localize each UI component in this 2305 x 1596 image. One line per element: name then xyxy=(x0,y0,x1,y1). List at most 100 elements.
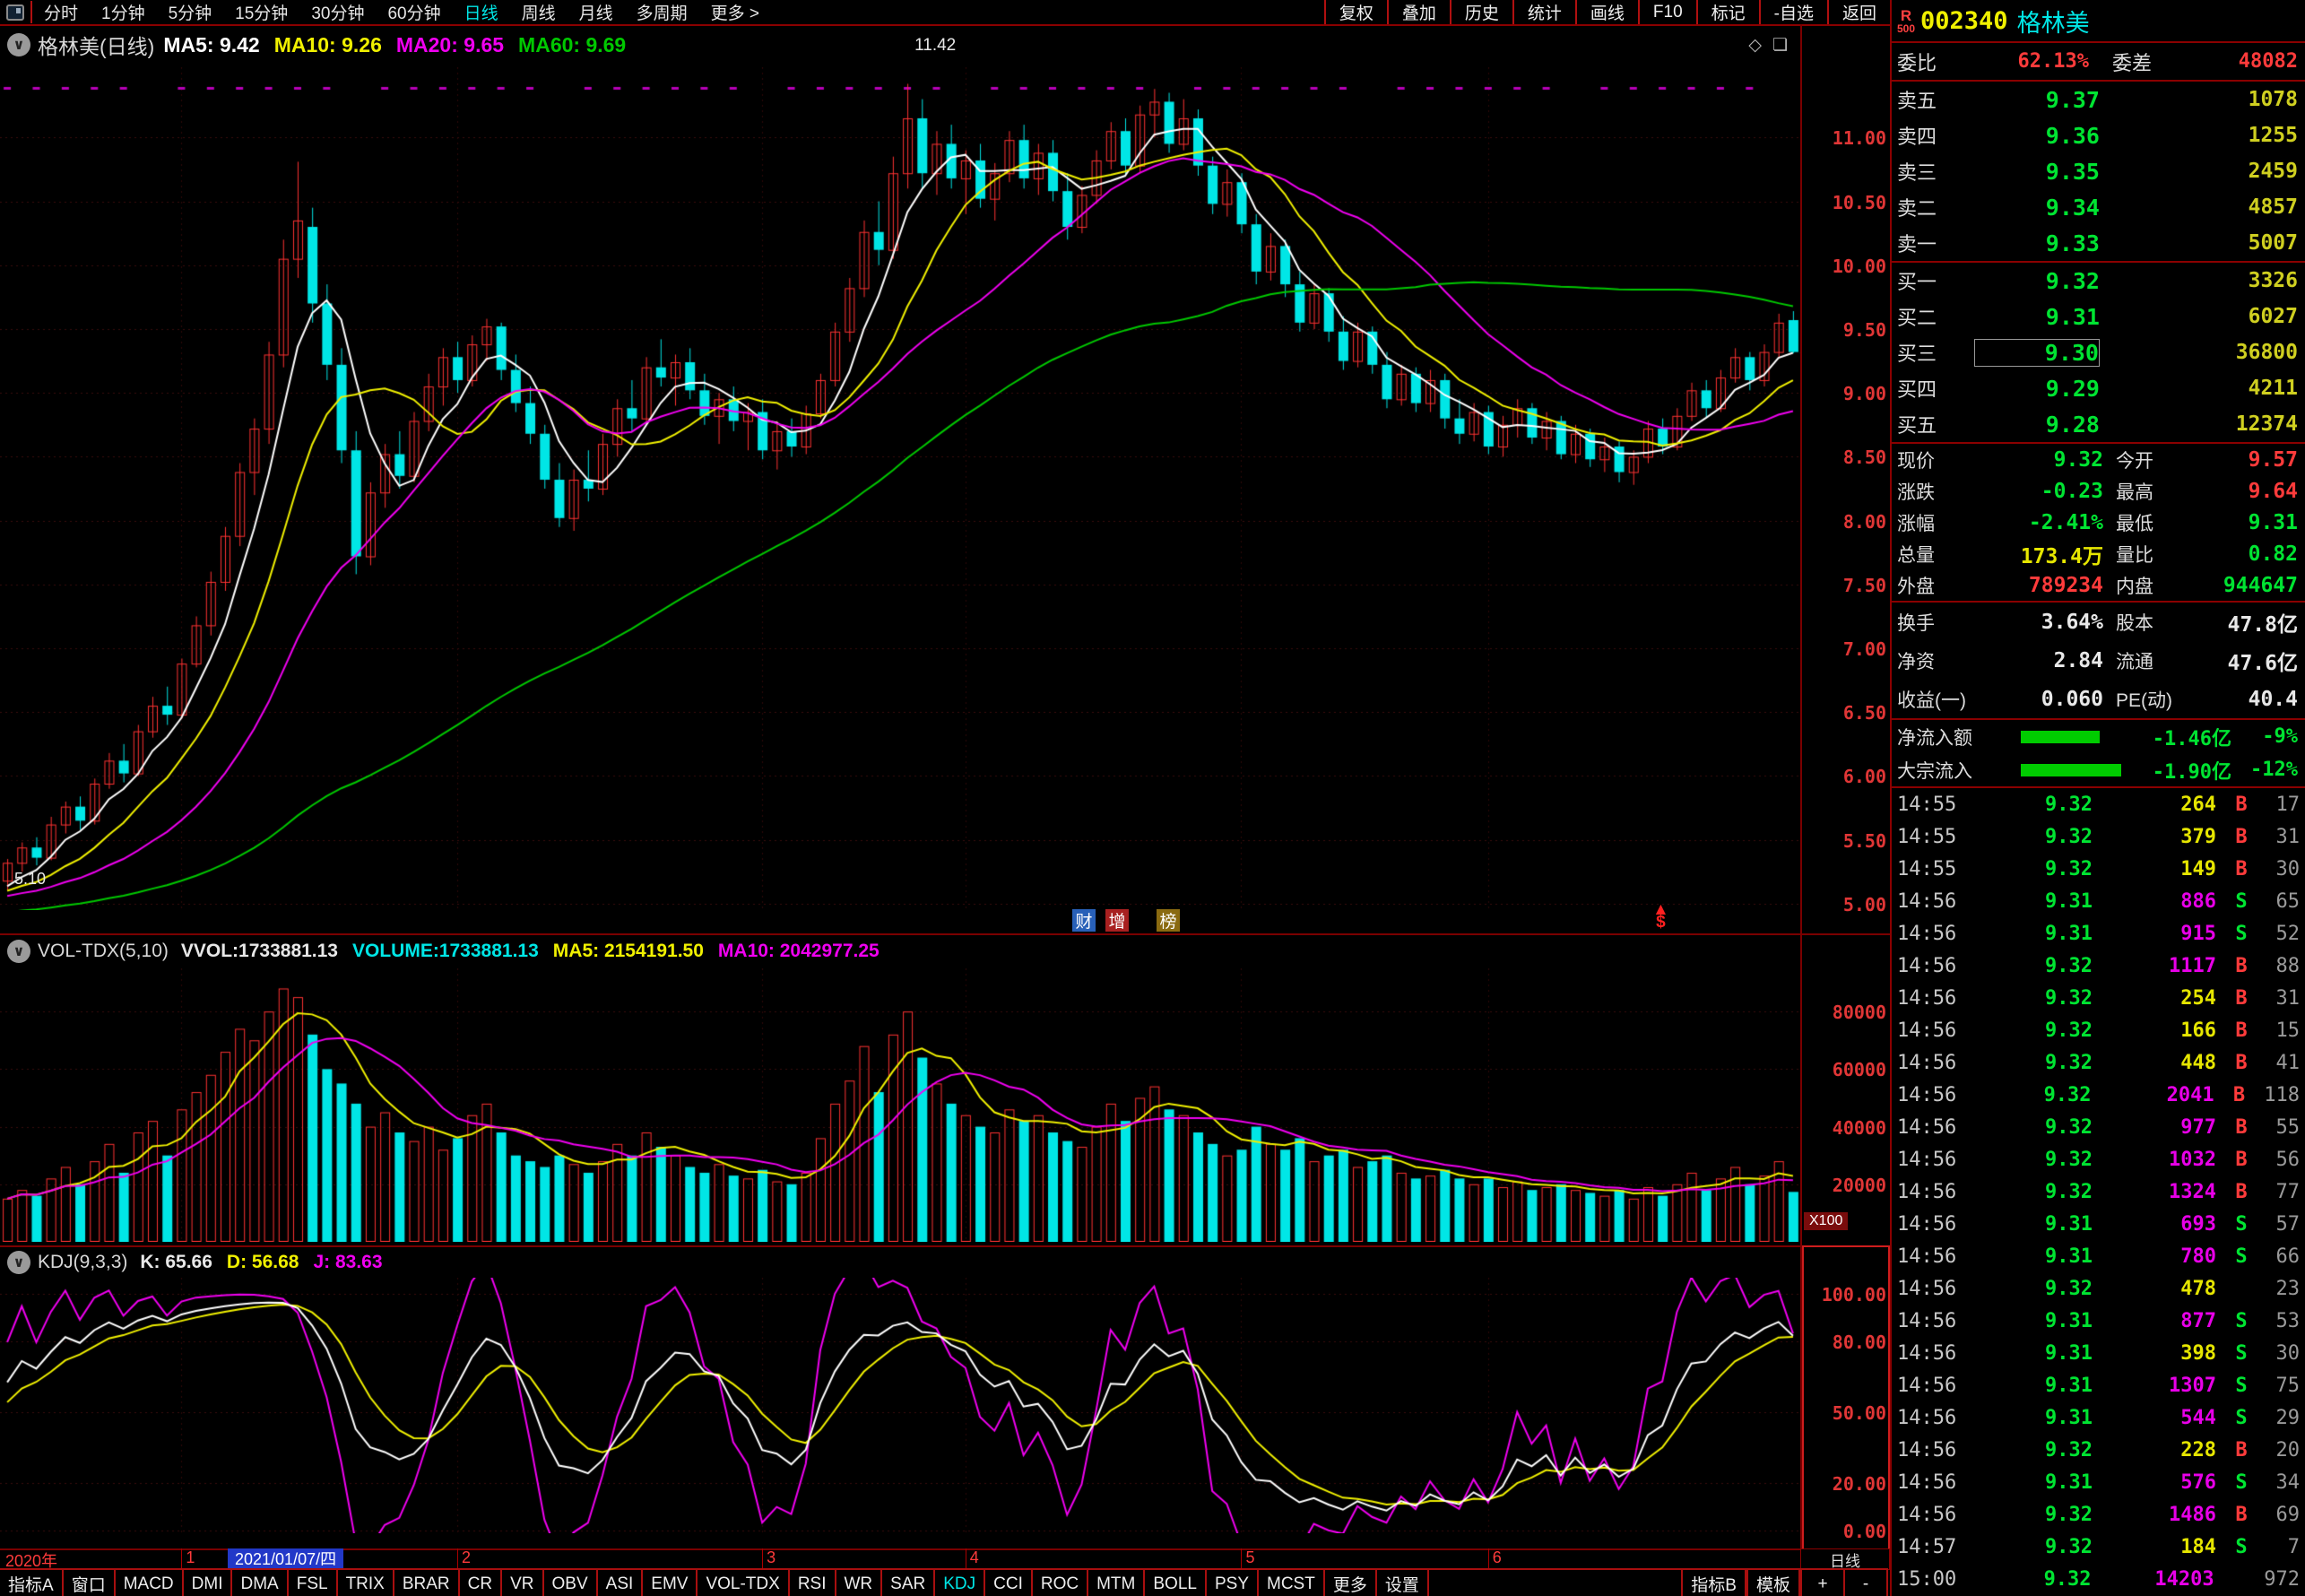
order-book-row[interactable]: 卖二9.344857 xyxy=(1892,189,2305,225)
period-tab-1分钟[interactable]: 1分钟 xyxy=(90,0,157,24)
window-icon[interactable] xyxy=(0,1,32,23)
trade-time: 14:56 xyxy=(1897,890,1967,913)
zoom-in-button[interactable]: + xyxy=(1800,1570,1845,1596)
period-tab-60分钟[interactable]: 60分钟 xyxy=(376,0,452,24)
order-book-row[interactable]: 买五9.2812374 xyxy=(1892,406,2305,442)
indicator-tab-BOLL[interactable]: BOLL xyxy=(1145,1570,1207,1596)
period-indicator-cell[interactable]: 日线 xyxy=(1800,1548,1890,1570)
queue-price[interactable]: 9.30 xyxy=(1974,339,2100,367)
queue-price[interactable]: 9.34 xyxy=(1974,195,2100,221)
indicator-tab-DMA[interactable]: DMA xyxy=(232,1570,288,1596)
trade-time: 14:55 xyxy=(1897,858,1967,880)
trade-direction: S xyxy=(2216,923,2266,945)
flow-pct: -12% xyxy=(2231,759,2301,781)
queue-price[interactable]: 9.32 xyxy=(1974,268,2100,294)
indicator-tab-CR[interactable]: CR xyxy=(460,1570,502,1596)
order-book-row[interactable]: 卖一9.335007 xyxy=(1892,225,2305,261)
indicator-tab-PSY[interactable]: PSY xyxy=(1207,1570,1259,1596)
order-book-row[interactable]: 买三9.3036800 xyxy=(1892,334,2305,370)
action-button-自选[interactable]: -自选 xyxy=(1759,0,1827,24)
collapse-chevron-icon[interactable]: ∨ xyxy=(7,33,30,56)
indicator-tab-KDJ[interactable]: KDJ xyxy=(935,1570,985,1596)
queue-price[interactable]: 9.31 xyxy=(1974,304,2100,330)
indicator-tab-SAR[interactable]: SAR xyxy=(882,1570,935,1596)
period-tab-多周期[interactable]: 多周期 xyxy=(625,0,699,24)
kdj-chart[interactable] xyxy=(0,1278,1800,1533)
order-book-row[interactable]: 买四9.294211 xyxy=(1892,370,2305,406)
indicator-tab-MACD[interactable]: MACD xyxy=(116,1570,184,1596)
indicator-tab-EMV[interactable]: EMV xyxy=(643,1570,698,1596)
volume-axis-label: 40000 xyxy=(1806,1117,1886,1139)
period-tab-月线[interactable]: 月线 xyxy=(568,0,625,24)
indicator-tab-CCI[interactable]: CCI xyxy=(985,1570,1033,1596)
order-book-row[interactable]: 卖五9.371078 xyxy=(1892,82,2305,117)
event-badge-增[interactable]: 增 xyxy=(1105,909,1129,932)
action-button-返回[interactable]: 返回 xyxy=(1827,0,1890,24)
indicator-tab-MCST[interactable]: MCST xyxy=(1259,1570,1325,1596)
diamond-icon[interactable]: ◇ xyxy=(1748,35,1762,56)
period-tab-5分钟[interactable]: 5分钟 xyxy=(157,0,224,24)
action-button-F10[interactable]: F10 xyxy=(1638,0,1696,24)
action-button-复权[interactable]: 复权 xyxy=(1324,0,1387,24)
period-tab-周线[interactable]: 周线 xyxy=(510,0,568,24)
action-button-叠加[interactable]: 叠加 xyxy=(1387,0,1450,24)
order-book-row[interactable]: 买一9.323326 xyxy=(1892,263,2305,299)
queue-price[interactable]: 9.35 xyxy=(1974,159,2100,185)
quote-label: 最低 xyxy=(2116,509,2202,536)
period-tab-15分钟[interactable]: 15分钟 xyxy=(223,0,299,24)
trade-row: 14:559.32379B31 xyxy=(1892,820,2305,853)
indicator-tab-BRAR[interactable]: BRAR xyxy=(394,1570,460,1596)
ma-label: MA5: 9.42 xyxy=(163,33,259,56)
event-badge-财[interactable]: 财 xyxy=(1072,909,1096,932)
trade-count: 56 xyxy=(2266,1149,2301,1171)
action-button-历史[interactable]: 历史 xyxy=(1450,0,1512,24)
indicator-tab-模板[interactable]: 模板 xyxy=(1746,1570,1800,1596)
period-tab-30分钟[interactable]: 30分钟 xyxy=(299,0,376,24)
order-book-row[interactable]: 买二9.316027 xyxy=(1892,299,2305,334)
indicator-tab-RSI[interactable]: RSI xyxy=(790,1570,836,1596)
collapse-chevron-icon[interactable]: ∨ xyxy=(7,940,30,963)
indicator-tab-WR[interactable]: WR xyxy=(836,1570,883,1596)
indicator-tab-指标A[interactable]: 指标A xyxy=(0,1570,64,1596)
order-book-row[interactable]: 卖四9.361255 xyxy=(1892,117,2305,153)
trade-count: 53 xyxy=(2266,1310,2301,1332)
indicator-tab-窗口[interactable]: 窗口 xyxy=(64,1570,116,1596)
trade-row: 14:569.32254B31 xyxy=(1892,982,2305,1014)
indicator-tab-FSL[interactable]: FSL xyxy=(289,1570,338,1596)
action-button-标记[interactable]: 标记 xyxy=(1696,0,1759,24)
page-icon[interactable]: ❏ xyxy=(1772,35,1788,56)
collapse-chevron-icon[interactable]: ∨ xyxy=(7,1251,30,1274)
trade-direction: B xyxy=(2216,1019,2266,1042)
queue-volume: 3326 xyxy=(2100,269,2301,292)
trade-volume: 448 xyxy=(2093,1052,2216,1074)
period-tab-更多 >[interactable]: 更多 > xyxy=(699,0,771,24)
selected-date-chip[interactable]: 2021/01/07/四 xyxy=(228,1548,343,1568)
indicator-tab-更多[interactable]: 更多 xyxy=(1325,1570,1377,1596)
period-tab-分时[interactable]: 分时 xyxy=(32,0,90,24)
trade-time: 14:56 xyxy=(1897,1052,1967,1074)
queue-price[interactable]: 9.36 xyxy=(1974,123,2100,149)
queue-price[interactable]: 9.33 xyxy=(1974,230,2100,256)
indicator-tab-指标B[interactable]: 指标B xyxy=(1681,1570,1746,1596)
zoom-out-button[interactable]: - xyxy=(1845,1570,1888,1596)
indicator-tab-MTM[interactable]: MTM xyxy=(1088,1570,1145,1596)
queue-price[interactable]: 9.37 xyxy=(1974,87,2100,113)
indicator-tab-ASI[interactable]: ASI xyxy=(598,1570,644,1596)
event-badge-榜[interactable]: 榜 xyxy=(1157,909,1180,932)
indicator-tab-DMI[interactable]: DMI xyxy=(184,1570,233,1596)
queue-price[interactable]: 9.28 xyxy=(1974,412,2100,438)
indicator-tab-TRIX[interactable]: TRIX xyxy=(338,1570,394,1596)
indicator-tab-OBV[interactable]: OBV xyxy=(544,1570,598,1596)
order-book-row[interactable]: 卖三9.352459 xyxy=(1892,153,2305,189)
action-button-统计[interactable]: 统计 xyxy=(1512,0,1575,24)
indicator-tab-ROC[interactable]: ROC xyxy=(1033,1570,1088,1596)
volume-chart[interactable] xyxy=(0,968,1800,1242)
period-tab-日线[interactable]: 日线 xyxy=(453,0,510,24)
trade-direction: B xyxy=(2216,794,2266,816)
action-button-画线[interactable]: 画线 xyxy=(1575,0,1638,24)
indicator-tab-VOL-TDX[interactable]: VOL-TDX xyxy=(698,1570,789,1596)
indicator-tab-设置[interactable]: 设置 xyxy=(1377,1570,1429,1596)
indicator-tab-VR[interactable]: VR xyxy=(502,1570,543,1596)
candlestick-chart[interactable] xyxy=(0,67,1800,910)
queue-price[interactable]: 9.29 xyxy=(1974,376,2100,402)
